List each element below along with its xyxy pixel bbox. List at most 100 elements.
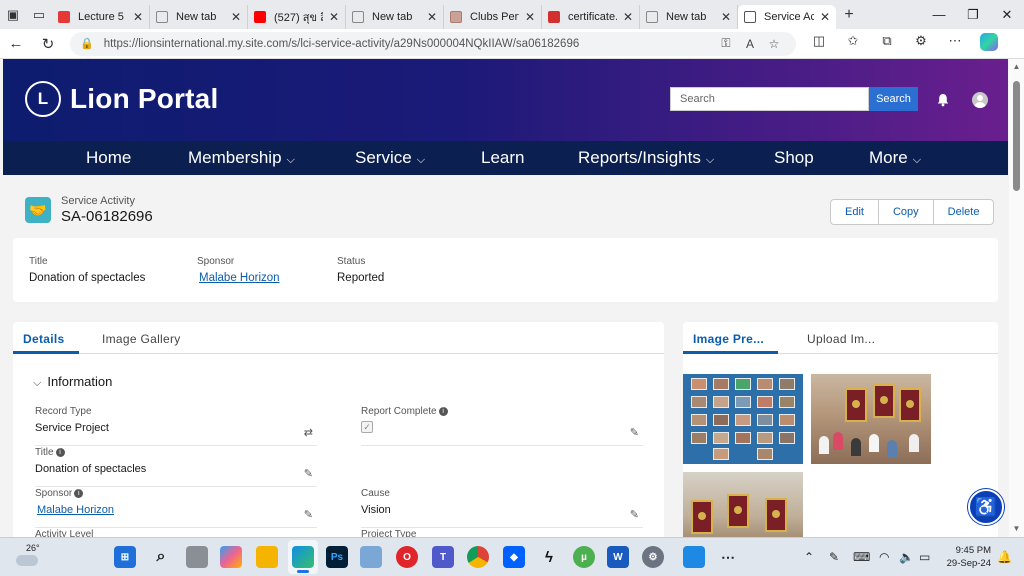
wifi-icon[interactable]: ◠ <box>879 550 889 564</box>
information-section-header[interactable]: ⌵ Information <box>33 374 112 390</box>
favorites-icon[interactable]: ✩ <box>836 33 870 54</box>
browser-tab[interactable]: Clubs Perfo ✕ <box>444 4 542 29</box>
search-button[interactable]: Search <box>869 87 918 111</box>
sponsor-link[interactable]: Malabe Horizon <box>37 504 114 516</box>
minimize-icon[interactable]: — <box>922 7 956 23</box>
workspaces-icon[interactable]: ▣ <box>0 0 26 29</box>
portal-logo[interactable]: L Lion Portal <box>25 81 218 117</box>
change-record-type-icon[interactable]: ⇄ <box>304 426 313 439</box>
new-tab-button[interactable]: + <box>836 6 862 24</box>
copilot-icon[interactable] <box>972 33 1006 54</box>
tab-actions-icon[interactable]: ▭ <box>26 0 52 29</box>
word-icon[interactable]: W <box>607 546 629 568</box>
user-avatar[interactable] <box>972 92 988 108</box>
nav-membership[interactable]: Membership ⌵ <box>188 141 295 175</box>
close-icon[interactable]: ✕ <box>425 10 439 24</box>
edit-pencil-icon[interactable]: ✎ <box>630 508 639 521</box>
task-view-icon[interactable] <box>186 546 208 568</box>
more-menu-icon[interactable]: ⋯ <box>938 33 972 54</box>
copy-button[interactable]: Copy <box>879 200 934 224</box>
tab-image-preview[interactable]: Image Pre... <box>693 332 764 346</box>
edge-icon[interactable] <box>292 546 314 568</box>
tab-upload-image[interactable]: Upload Im... <box>807 332 875 346</box>
browser-tab[interactable]: New tab ✕ <box>150 4 248 29</box>
sponsor-link[interactable]: Malabe Horizon <box>199 272 280 284</box>
nav-more[interactable]: More ⌵ <box>869 141 921 175</box>
nav-home[interactable]: Home <box>86 141 131 175</box>
close-icon[interactable]: ✕ <box>621 10 635 24</box>
scroll-up-arrow[interactable]: ▲ <box>1009 62 1024 71</box>
tab-details[interactable]: Details <box>23 332 64 346</box>
tab-image-gallery[interactable]: Image Gallery <box>102 332 181 346</box>
browser-tab[interactable]: New tab ✕ <box>346 4 444 29</box>
nav-reports-insights[interactable]: Reports/Insights ⌵ <box>578 141 714 175</box>
opera-icon[interactable]: O <box>396 546 418 568</box>
gallery-image[interactable] <box>811 374 931 464</box>
edit-pencil-icon[interactable]: ✎ <box>304 508 313 521</box>
info-icon[interactable]: i <box>74 489 84 498</box>
page-scrollbar[interactable]: ▲ ▼ <box>1009 59 1024 537</box>
notification-bell-icon[interactable] <box>936 93 950 107</box>
collections-icon[interactable]: ⧉ <box>870 33 904 54</box>
nav-learn[interactable]: Learn <box>481 141 524 175</box>
search-input[interactable]: Search <box>670 87 869 111</box>
url-text[interactable]: https://lionsinternational.my.site.com/s… <box>104 38 714 50</box>
start-windows-icon[interactable]: ⊞ <box>114 546 136 568</box>
copilot-app-icon[interactable] <box>220 546 242 568</box>
browser-tab[interactable]: (527) สุข ลิ ✕ <box>248 4 346 29</box>
browser-tab-active[interactable]: Service Acti ✕ <box>738 4 836 29</box>
accessibility-button[interactable]: ♿ <box>968 489 1004 525</box>
weather-widget[interactable]: 26° <box>12 543 40 571</box>
more-apps-icon[interactable]: ⋯ <box>717 546 739 568</box>
close-icon[interactable]: ✕ <box>327 10 341 24</box>
close-icon[interactable]: ✕ <box>131 10 145 24</box>
chrome-icon[interactable] <box>467 546 489 568</box>
report-complete-checkbox[interactable]: ✓ <box>361 421 373 433</box>
dropbox-icon[interactable]: ◆ <box>503 546 525 568</box>
photos-icon[interactable] <box>360 546 382 568</box>
battery-icon[interactable]: ▭ <box>919 550 930 564</box>
browser-tab[interactable]: New tab ✕ <box>640 4 738 29</box>
browser-tab[interactable]: certificate.p ✕ <box>542 4 640 29</box>
nav-shop[interactable]: Shop <box>774 141 814 175</box>
close-icon[interactable]: ✕ <box>523 10 537 24</box>
delete-button[interactable]: Delete <box>934 200 994 224</box>
search-icon[interactable]: ⌕ <box>150 546 172 568</box>
back-icon[interactable]: ← <box>0 35 32 52</box>
keyboard-icon[interactable]: ⌨ <box>853 550 870 564</box>
notifications-icon[interactable]: 🔔 <box>997 550 1012 564</box>
info-icon[interactable]: i <box>55 448 65 457</box>
close-icon[interactable]: ✕ <box>719 10 733 24</box>
gallery-image[interactable] <box>683 374 803 464</box>
extensions-icon[interactable]: ⚙ <box>904 33 938 54</box>
volume-icon[interactable]: 🔈 <box>899 550 914 564</box>
url-field[interactable]: 🔒 https://lionsinternational.my.site.com… <box>70 31 796 56</box>
gallery-image[interactable] <box>683 472 803 537</box>
edit-pencil-icon[interactable]: ✎ <box>630 426 639 439</box>
refresh-icon[interactable]: ↻ <box>32 35 64 53</box>
file-explorer-icon[interactable] <box>256 546 278 568</box>
info-icon[interactable]: i <box>438 407 448 416</box>
scroll-down-arrow[interactable]: ▼ <box>1009 524 1024 533</box>
close-icon[interactable]: ✕ <box>229 10 243 24</box>
teams-icon[interactable]: T <box>432 546 454 568</box>
browser-tab[interactable]: Lecture 5 - ✕ <box>52 4 150 29</box>
photo-editor-icon[interactable] <box>683 546 705 568</box>
restore-icon[interactable]: ❐ <box>956 7 990 23</box>
read-aloud-icon[interactable]: A <box>738 37 762 51</box>
winamp-icon[interactable]: ϟ <box>538 546 560 568</box>
close-icon[interactable]: ✕ <box>818 10 832 24</box>
split-screen-icon[interactable]: ◫ <box>802 33 836 54</box>
close-window-icon[interactable]: ✕ <box>990 7 1024 23</box>
edit-button[interactable]: Edit <box>831 200 879 224</box>
nav-service[interactable]: Service ⌵ <box>355 141 425 175</box>
key-icon[interactable]: ⚿ <box>714 36 738 51</box>
favorite-star-icon[interactable]: ☆ <box>762 37 786 51</box>
scrollbar-thumb[interactable] <box>1013 81 1020 191</box>
settings-gear-icon[interactable]: ⚙ <box>642 546 664 568</box>
pen-icon[interactable]: ✎ <box>829 550 839 564</box>
chevron-up-icon[interactable]: ⌃ <box>804 550 814 564</box>
edit-pencil-icon[interactable]: ✎ <box>304 467 313 480</box>
photoshop-icon[interactable]: Ps <box>326 546 348 568</box>
clock[interactable]: 9:45 PM 29-Sep-24 <box>937 544 991 570</box>
